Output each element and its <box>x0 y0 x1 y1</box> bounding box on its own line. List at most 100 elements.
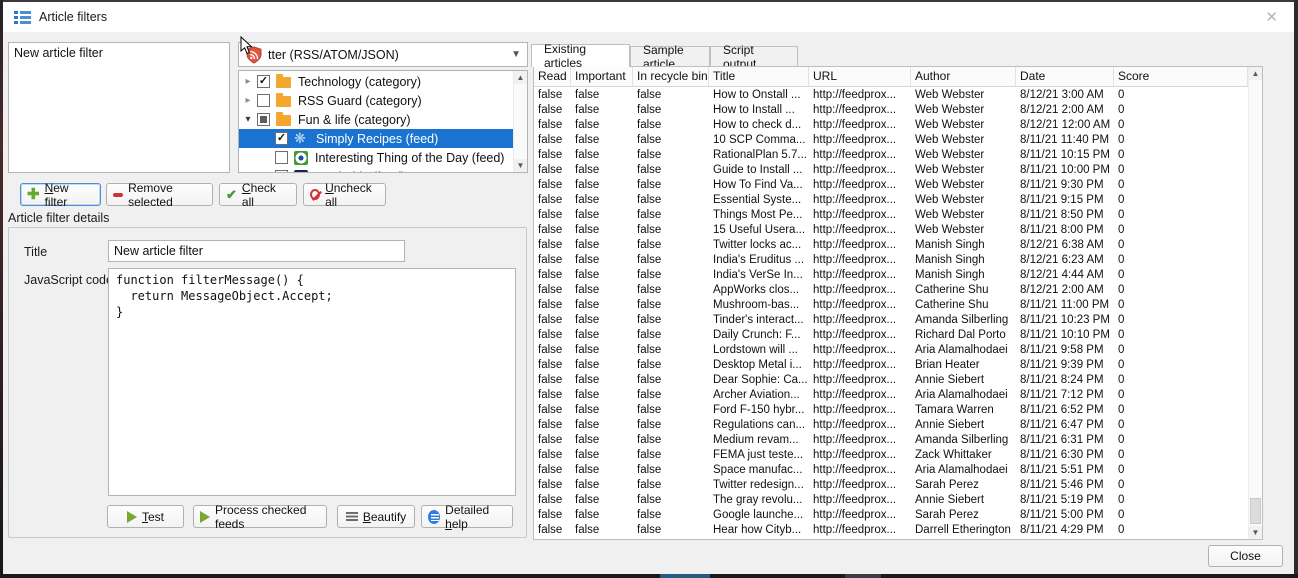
tree-scrollbar[interactable]: ▲ ▼ <box>513 71 527 172</box>
cell: 8/12/21 6:23 AM <box>1016 253 1114 268</box>
checkbox-checked[interactable]: ✓ <box>275 132 288 145</box>
cell: 0 <box>1114 418 1248 433</box>
cell: 15 Useful Usera... <box>709 223 809 238</box>
cell: 8/11/21 10:10 PM <box>1016 328 1114 343</box>
table-row[interactable]: falsefalsefalseTinder's interact...http:… <box>534 313 1248 328</box>
feeds-tree[interactable]: ▸✓Technology (category)▸RSS Guard (categ… <box>238 70 528 173</box>
table-row[interactable]: falsefalsefalseDesktop Metal i...http://… <box>534 358 1248 373</box>
column-header[interactable]: Author <box>911 67 1016 86</box>
tree-item[interactable]: Mashable (feed) <box>239 167 513 173</box>
tree-item[interactable]: ▸✓Technology (category) <box>239 72 513 91</box>
tree-item[interactable]: Interesting Thing of the Day (feed) <box>239 148 513 167</box>
table-row[interactable]: falsefalsefalseIndia's Eruditus ...http:… <box>534 253 1248 268</box>
table-row[interactable]: falsefalsefalseGoogle launche...http://f… <box>534 508 1248 523</box>
tab-existing-articles[interactable]: Existing articles <box>531 44 630 67</box>
cell: Amanda Silberling <box>911 313 1016 328</box>
cell: Amanda Silberling <box>911 433 1016 448</box>
table-row[interactable]: falsefalsefalseThings Most Pe...http://f… <box>534 208 1248 223</box>
table-row[interactable]: falsefalsefalseArcher Aviation...http://… <box>534 388 1248 403</box>
table-row[interactable]: falsefalsefalseHow to Onstall ...http://… <box>534 88 1248 103</box>
cell: http://feedprox... <box>809 418 911 433</box>
scroll-up-icon[interactable]: ▲ <box>514 71 527 84</box>
scroll-down-icon[interactable]: ▼ <box>514 159 527 172</box>
column-header[interactable]: In recycle bin <box>633 67 709 86</box>
check-all-button[interactable]: ✔ Check all <box>219 183 297 206</box>
play-icon <box>200 511 210 523</box>
account-dropdown[interactable]: tter (RSS/ATOM/JSON) ▼ <box>238 42 528 67</box>
table-row[interactable]: falsefalsefalseDaily Crunch: F...http://… <box>534 328 1248 343</box>
javascript-code-editor[interactable]: function filterMessage() { return Messag… <box>108 268 516 496</box>
column-header[interactable]: URL <box>809 67 911 86</box>
beautify-button[interactable]: Beautify <box>337 505 415 528</box>
table-row[interactable]: falsefalsefalseRationalPlan 5.7...http:/… <box>534 148 1248 163</box>
test-button[interactable]: Test <box>107 505 184 528</box>
table-row[interactable]: falsefalsefalse10 SCP Comma...http://fee… <box>534 133 1248 148</box>
cell: 8/11/21 10:15 PM <box>1016 148 1114 163</box>
expander-collapsed-icon[interactable]: ▸ <box>241 76 255 87</box>
table-row[interactable]: falsefalsefalseGuide to Install ...http:… <box>534 163 1248 178</box>
table-row[interactable]: falsefalsefalseFEMA just teste...http://… <box>534 448 1248 463</box>
table-row[interactable]: falsefalsefalseAppWorks clos...http://fe… <box>534 283 1248 298</box>
tab-script-output[interactable]: Script output <box>710 46 798 66</box>
table-row[interactable]: falsefalsefalseHear how Cityb...http://f… <box>534 523 1248 538</box>
expander-expanded-icon[interactable]: ▾ <box>241 114 255 125</box>
cell: http://feedprox... <box>809 103 911 118</box>
expander-collapsed-icon[interactable]: ▸ <box>241 95 255 106</box>
close-button[interactable]: Close <box>1208 545 1283 567</box>
tree-item[interactable]: ✓Simply Recipes (feed) <box>239 129 513 148</box>
table-row[interactable]: falsefalsefalseHow To Find Va...http://f… <box>534 178 1248 193</box>
checkbox-unchecked[interactable] <box>257 94 270 107</box>
scrollbar-thumb[interactable] <box>1250 498 1261 524</box>
remove-selected-button[interactable]: Remove selected <box>106 183 213 206</box>
tab-sample-article[interactable]: Sample article <box>630 46 710 66</box>
checkbox-partial[interactable] <box>257 113 270 126</box>
table-row[interactable]: falsefalsefalseFord F-150 hybr...http://… <box>534 403 1248 418</box>
cell: 10 SCP Comma... <box>709 133 809 148</box>
folder-icon <box>276 96 291 107</box>
table-row[interactable]: falsefalsefalseEssential Syste...http://… <box>534 193 1248 208</box>
checkbox-unchecked[interactable] <box>275 170 288 173</box>
table-row[interactable]: falsefalsefalseTwitter locks ac...http:/… <box>534 238 1248 253</box>
tree-item[interactable]: ▸RSS Guard (category) <box>239 91 513 110</box>
table-row[interactable]: falsefalsefalseDear Sophie: Ca...http://… <box>534 373 1248 388</box>
cell: false <box>633 328 709 343</box>
tree-item[interactable]: ▾Fun & life (category) <box>239 110 513 129</box>
detailed-help-button[interactable]: Detailed help <box>421 505 513 528</box>
title-input[interactable] <box>108 240 405 262</box>
table-row[interactable]: falsefalsefalseIndia's VerSe In...http:/… <box>534 268 1248 283</box>
table-row[interactable]: falsefalsefalseRegulations can...http://… <box>534 418 1248 433</box>
cell: 8/11/21 5:51 PM <box>1016 463 1114 478</box>
filters-list[interactable]: New article filter <box>8 42 230 173</box>
column-header[interactable]: Score <box>1114 67 1248 86</box>
column-header[interactable]: Date <box>1016 67 1114 86</box>
table-row[interactable]: falsefalsefalseSpace manufac...http://fe… <box>534 463 1248 478</box>
cell: false <box>633 388 709 403</box>
cell: false <box>633 148 709 163</box>
detailed-help-label: Detailed help <box>445 503 506 531</box>
column-header[interactable]: Title <box>709 67 809 86</box>
table-row[interactable]: falsefalsefalseHow to Install ...http://… <box>534 103 1248 118</box>
new-filter-button[interactable]: ✚ New filter <box>20 183 101 206</box>
table-row[interactable]: falsefalsefalseMushroom-bas...http://fee… <box>534 298 1248 313</box>
scroll-down-icon[interactable]: ▼ <box>1249 526 1262 539</box>
cell: Web Webster <box>911 148 1016 163</box>
cell: false <box>534 523 571 538</box>
table-row[interactable]: falsefalsefalseLordstown will ...http://… <box>534 343 1248 358</box>
cell: false <box>633 358 709 373</box>
cell: 8/11/21 9:30 PM <box>1016 178 1114 193</box>
checkbox-checked[interactable]: ✓ <box>257 75 270 88</box>
window-close-icon[interactable]: ✕ <box>1265 8 1278 26</box>
process-checked-feeds-button[interactable]: Process checked feeds <box>193 505 327 528</box>
cell: 8/12/21 6:38 AM <box>1016 238 1114 253</box>
uncheck-all-button[interactable]: Uncheck all <box>303 183 386 206</box>
table-row[interactable]: falsefalsefalseMedium revam...http://fee… <box>534 433 1248 448</box>
table-row[interactable]: falsefalsefalseThe gray revolu...http://… <box>534 493 1248 508</box>
table-row[interactable]: falsefalsefalseHow to check d...http://f… <box>534 118 1248 133</box>
table-row[interactable]: falsefalsefalseTwitter redesign...http:/… <box>534 478 1248 493</box>
cell: false <box>571 118 633 133</box>
filter-list-item[interactable]: New article filter <box>9 43 229 63</box>
table-scrollbar[interactable]: ▲ ▼ <box>1248 67 1262 539</box>
checkbox-unchecked[interactable] <box>275 151 288 164</box>
table-row[interactable]: falsefalsefalse15 Useful Usera...http://… <box>534 223 1248 238</box>
scroll-up-icon[interactable]: ▲ <box>1249 67 1262 80</box>
